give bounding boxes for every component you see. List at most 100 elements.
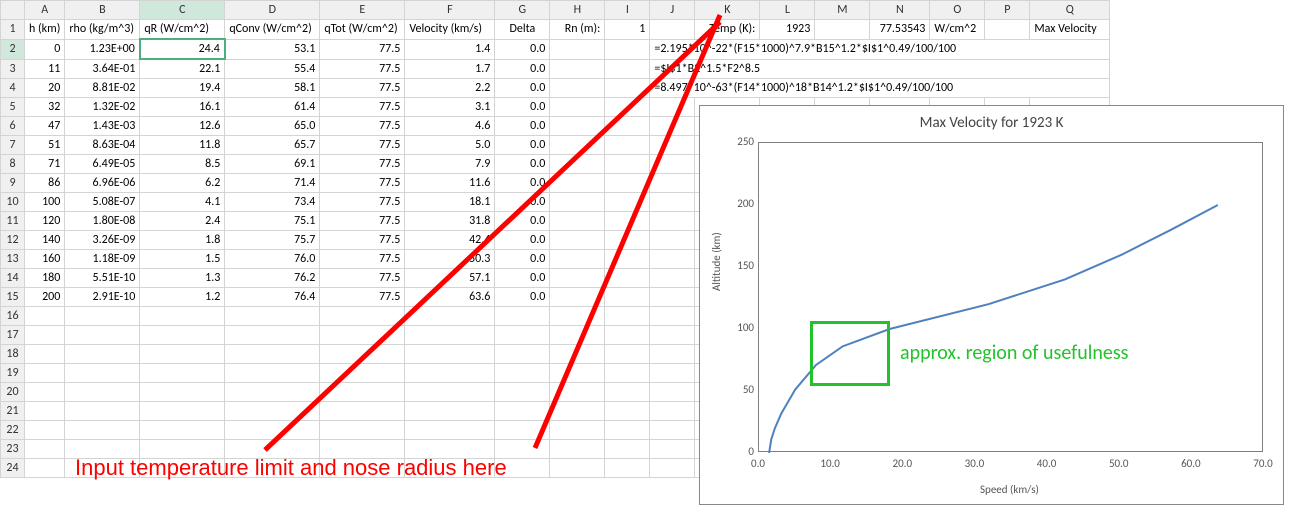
row-header[interactable]: 10 (1, 193, 25, 212)
cell[interactable]: 22.1 (140, 59, 225, 79)
cell[interactable]: 5.51E-10 (65, 269, 140, 288)
cell[interactable] (65, 326, 140, 345)
cell[interactable] (550, 459, 605, 478)
cell[interactable]: 2.2 (405, 79, 495, 98)
cell[interactable]: 77.5 (320, 39, 405, 59)
cell[interactable]: 0.0 (495, 174, 550, 193)
cell[interactable]: 8.81E-02 (65, 79, 140, 98)
cell[interactable]: 77.5 (320, 250, 405, 269)
row-header[interactable]: 4 (1, 79, 25, 98)
cell[interactable] (550, 193, 605, 212)
cell[interactable]: 31.8 (405, 212, 495, 231)
cell[interactable] (605, 345, 650, 364)
cell[interactable]: 77.5 (320, 174, 405, 193)
cell[interactable]: 0.0 (495, 117, 550, 136)
cell[interactable] (140, 364, 225, 383)
cell[interactable]: 1.80E-08 (65, 212, 140, 231)
cell[interactable]: 4.6 (405, 117, 495, 136)
cell[interactable]: 0.0 (495, 288, 550, 307)
cell[interactable] (225, 421, 320, 440)
cell[interactable] (225, 307, 320, 326)
cell[interactable]: 140 (25, 231, 65, 250)
cell[interactable] (320, 402, 405, 421)
cell[interactable] (550, 231, 605, 250)
cell[interactable]: 1 (605, 20, 650, 40)
col-header[interactable]: Q (1030, 1, 1110, 20)
cell[interactable] (225, 402, 320, 421)
cell[interactable] (25, 421, 65, 440)
cell[interactable] (650, 212, 695, 231)
cell[interactable] (650, 117, 695, 136)
cell[interactable] (25, 345, 65, 364)
cell[interactable]: 77.5 (320, 193, 405, 212)
cell[interactable] (605, 39, 650, 59)
col-header[interactable]: C (140, 1, 225, 20)
cell[interactable] (405, 345, 495, 364)
cell[interactable] (650, 440, 695, 459)
cell[interactable]: Rn (m): (550, 20, 605, 40)
row-header[interactable]: 21 (1, 402, 25, 421)
col-header[interactable]: J (650, 1, 695, 20)
cell[interactable]: 77.5 (320, 212, 405, 231)
cell[interactable]: 3.26E-09 (65, 231, 140, 250)
cell[interactable] (550, 345, 605, 364)
col-header[interactable]: P (985, 1, 1030, 20)
cell[interactable] (650, 193, 695, 212)
col-header[interactable]: M (815, 1, 870, 20)
cell[interactable]: 71.4 (225, 174, 320, 193)
cell[interactable] (650, 459, 695, 478)
cell[interactable]: 6.2 (140, 174, 225, 193)
cell[interactable]: 24.4 (140, 39, 225, 59)
cell[interactable] (605, 402, 650, 421)
cell[interactable]: 63.6 (405, 288, 495, 307)
row-header[interactable]: 13 (1, 250, 25, 269)
cell[interactable] (550, 307, 605, 326)
cell[interactable] (140, 383, 225, 402)
cell[interactable] (605, 231, 650, 250)
cell[interactable]: =8.497*10^-63*(F14*1000)^18*B14^1.2*$I$1… (650, 79, 1110, 98)
row-header[interactable]: 7 (1, 136, 25, 155)
cell[interactable] (605, 269, 650, 288)
cell[interactable] (650, 136, 695, 155)
cell[interactable]: 0.0 (495, 231, 550, 250)
cell[interactable] (405, 326, 495, 345)
row-header[interactable]: 24 (1, 459, 25, 478)
cell[interactable]: =2.195*10^-22*(F15*1000)^7.9*B15^1.2*$I$… (650, 39, 1110, 59)
cell[interactable] (65, 402, 140, 421)
col-header[interactable]: B (65, 1, 140, 20)
cell[interactable] (25, 440, 65, 459)
cell[interactable]: 57.1 (405, 269, 495, 288)
cell[interactable] (225, 326, 320, 345)
cell[interactable]: 8.5 (140, 155, 225, 174)
row-header[interactable]: 6 (1, 117, 25, 136)
cell[interactable] (650, 269, 695, 288)
cell[interactable] (550, 155, 605, 174)
cell[interactable] (225, 345, 320, 364)
corner-cell[interactable] (1, 1, 25, 20)
cell[interactable] (550, 117, 605, 136)
cell[interactable] (550, 174, 605, 193)
cell[interactable] (320, 326, 405, 345)
cell[interactable] (405, 421, 495, 440)
cell[interactable] (25, 364, 65, 383)
row-header[interactable]: 19 (1, 364, 25, 383)
cell[interactable]: 86 (25, 174, 65, 193)
row-header[interactable]: 11 (1, 212, 25, 231)
row-header[interactable]: 5 (1, 98, 25, 117)
cell[interactable] (495, 421, 550, 440)
cell[interactable] (65, 364, 140, 383)
cell[interactable]: 77.5 (320, 136, 405, 155)
cell[interactable] (605, 383, 650, 402)
cell[interactable]: 19.4 (140, 79, 225, 98)
cell[interactable]: 20 (25, 79, 65, 98)
cell[interactable] (550, 59, 605, 79)
cell[interactable] (550, 212, 605, 231)
cell[interactable] (405, 383, 495, 402)
cell[interactable] (650, 307, 695, 326)
cell[interactable]: 42.4 (405, 231, 495, 250)
row-header[interactable]: 17 (1, 326, 25, 345)
cell[interactable]: 77.5 (320, 288, 405, 307)
cell[interactable]: 1.8 (140, 231, 225, 250)
cell[interactable]: 200 (25, 288, 65, 307)
cell[interactable]: 120 (25, 212, 65, 231)
